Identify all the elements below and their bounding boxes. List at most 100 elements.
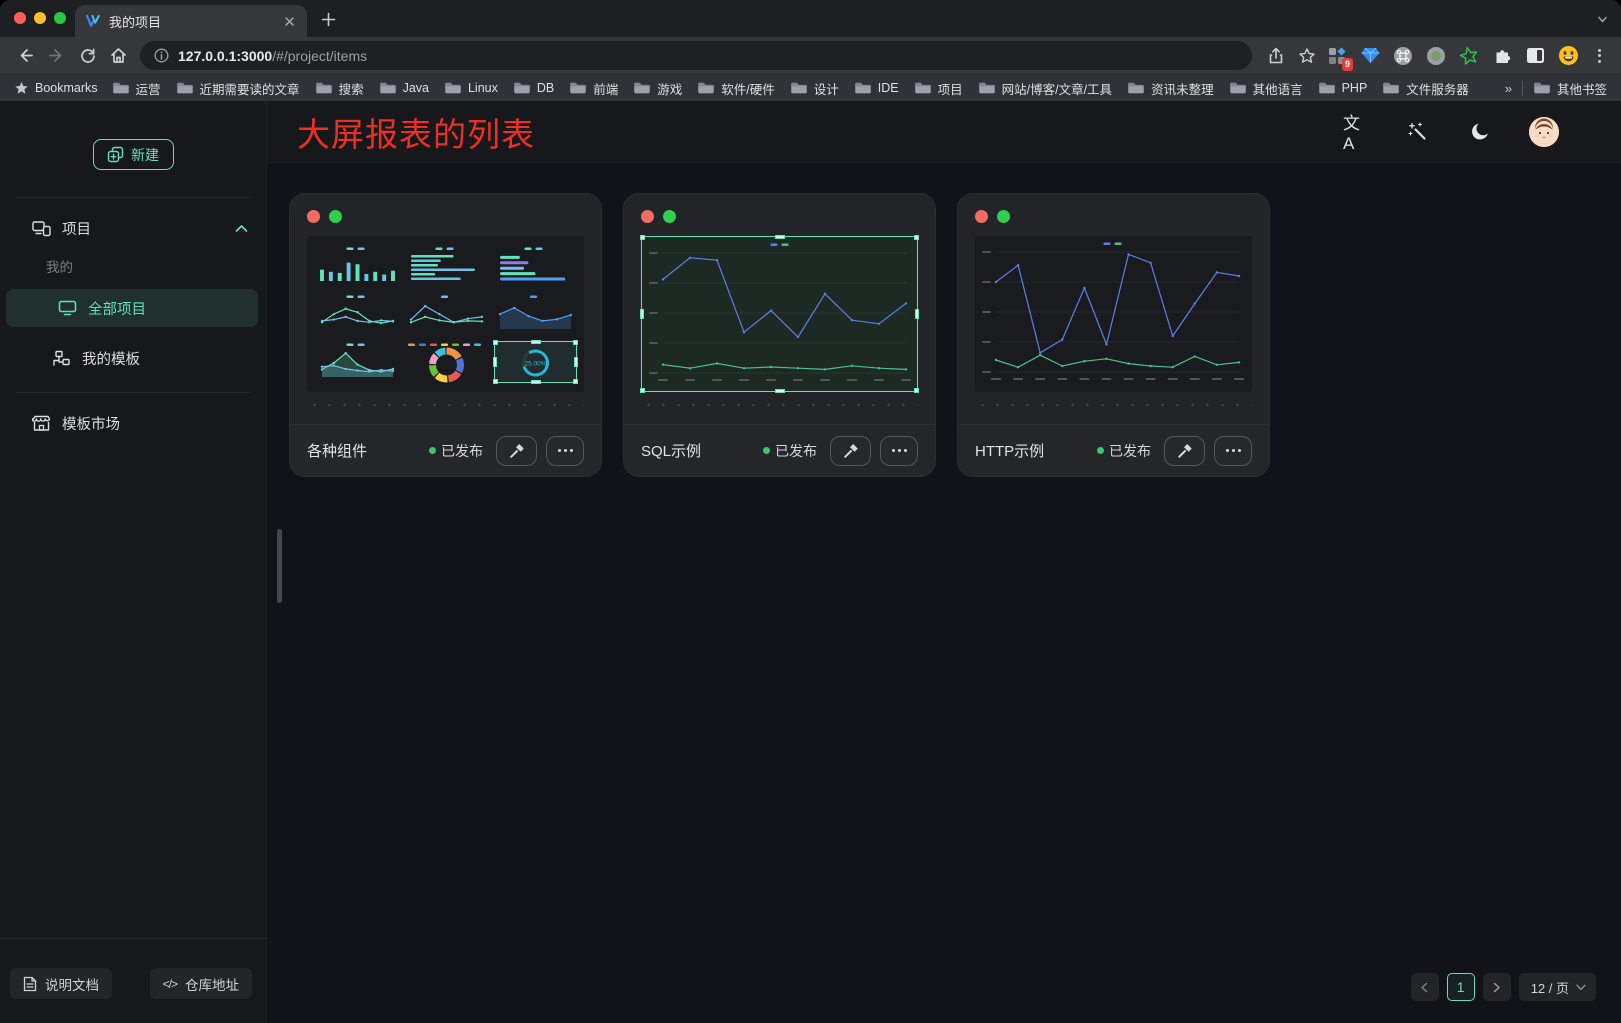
sidebar: 新建 项目 我的 全	[0, 101, 267, 1023]
bookmarks-overflow-chevron[interactable]: »	[1505, 81, 1512, 96]
bookmark-item[interactable]: 网站/博客/文章/工具	[978, 79, 1112, 98]
bookmark-item[interactable]: 资讯未整理	[1127, 79, 1214, 98]
bookmark-item[interactable]: 设计	[790, 79, 839, 98]
project-title: SQL示例	[641, 440, 754, 461]
sidebar-item-template-market[interactable]: 模板市场	[0, 405, 266, 441]
close-window-button[interactable]	[14, 12, 26, 24]
site-info-icon[interactable]	[154, 48, 169, 63]
chevron-down-icon	[1576, 984, 1586, 991]
bookmark-item[interactable]: 搜索	[315, 79, 364, 98]
bookmark-item[interactable]: 其他语言	[1229, 79, 1303, 98]
next-page-button[interactable]	[1483, 973, 1511, 1001]
chevron-up-icon[interactable]	[235, 224, 248, 233]
bookmarks-bar: Bookmarks 运营 近期需要读的文章 搜索	[0, 74, 1621, 101]
share-button[interactable]	[1260, 41, 1291, 71]
tab-close-icon[interactable]	[282, 14, 297, 29]
bookmark-item[interactable]: 近期需要读的文章	[176, 79, 300, 98]
new-project-button[interactable]: 新建	[93, 139, 174, 170]
address-bar[interactable]: 127.0.0.1:3000/#/project/items	[140, 41, 1252, 70]
folder-icon	[315, 81, 333, 95]
extension-gem[interactable]	[1359, 45, 1381, 67]
forward-icon	[50, 50, 61, 61]
extension-side-panel[interactable]	[1524, 45, 1546, 67]
browser-tab[interactable]: 我的项目	[75, 5, 307, 37]
extension-grid-diamond[interactable]: 9	[1326, 45, 1348, 67]
projects-icon	[32, 220, 51, 237]
bookmark-item[interactable]: 游戏	[633, 79, 682, 98]
status-badge: 已发布	[429, 441, 483, 461]
dark-mode-button[interactable]	[1467, 119, 1493, 145]
document-icon	[23, 976, 37, 992]
bookmarks-manager[interactable]: Bookmarks	[14, 81, 98, 96]
extensions-puzzle-button[interactable]	[1491, 45, 1513, 67]
docs-button[interactable]: 说明文档	[10, 968, 112, 999]
bookmark-item[interactable]: 文件服务器	[1382, 79, 1469, 98]
bookmark-item[interactable]: IDE	[854, 81, 899, 95]
bookmark-item[interactable]: 运营	[112, 79, 161, 98]
hammer-icon	[842, 442, 859, 459]
card-footer: 各种组件 已发布	[290, 424, 601, 476]
prev-page-button[interactable]	[1411, 973, 1439, 1001]
theme-wand-button[interactable]	[1405, 119, 1431, 145]
bookmark-item[interactable]: 前端	[569, 79, 618, 98]
extension-command-circle[interactable]	[1392, 45, 1414, 67]
bookmark-item[interactable]: Linux	[444, 81, 498, 95]
project-thumbnail[interactable]	[641, 236, 918, 392]
selected-component[interactable]: 25.00%	[494, 341, 577, 383]
project-thumbnail[interactable]	[975, 236, 1252, 392]
folder-icon	[1127, 81, 1145, 95]
minimize-window-button[interactable]	[34, 12, 46, 24]
more-actions-button[interactable]	[546, 436, 584, 466]
bookmark-star-button[interactable]	[1291, 41, 1322, 71]
extension-green-dot-circle[interactable]	[1425, 45, 1447, 67]
mini-hbar-chart	[405, 245, 488, 287]
new-tab-button[interactable]	[318, 9, 338, 29]
edit-project-button[interactable]	[1164, 436, 1205, 466]
browser-window: 我的项目	[0, 0, 1621, 1023]
tab-search-button[interactable]	[1596, 13, 1609, 26]
browser-menu-button[interactable]	[1587, 44, 1611, 68]
other-bookmarks[interactable]: 其他书签	[1533, 79, 1607, 98]
bookmark-item[interactable]: 软件/硬件	[697, 79, 774, 98]
sidebar-group-project[interactable]: 项目	[0, 210, 266, 246]
bookmark-item[interactable]: DB	[513, 81, 554, 95]
zoom-window-button[interactable]	[54, 12, 66, 24]
command-icon	[1393, 46, 1413, 66]
bookmark-item[interactable]: Java	[379, 81, 429, 95]
edit-project-button[interactable]	[830, 436, 871, 466]
extension-badge: 9	[1342, 58, 1353, 71]
bookmark-item[interactable]: PHP	[1318, 81, 1368, 95]
home-button[interactable]	[103, 41, 134, 71]
page-title: 大屏报表的列表	[297, 108, 535, 156]
mini-area-chart	[316, 341, 399, 383]
monitor-icon	[58, 300, 77, 316]
sidebar-item-all-projects[interactable]: 全部项目	[6, 289, 258, 327]
page-size-select[interactable]: 12 / 页	[1519, 973, 1596, 1001]
red-dot	[307, 210, 320, 223]
project-list: 25.00% 各种组件 已发布	[267, 163, 1621, 1023]
current-page-button[interactable]: 1	[1447, 973, 1475, 1001]
more-actions-button[interactable]	[1214, 436, 1252, 466]
reload-button[interactable]	[72, 41, 103, 71]
sidebar-item-my-templates[interactable]: 我的模板	[0, 340, 266, 376]
bookmark-item[interactable]: 项目	[914, 79, 963, 98]
more-actions-button[interactable]	[880, 436, 918, 466]
repo-button[interactable]: </> 仓库地址	[150, 968, 252, 999]
gem-icon	[1361, 47, 1380, 64]
extension-green-star[interactable]	[1458, 45, 1480, 67]
forward-button[interactable]	[41, 41, 72, 71]
language-button[interactable]: 文A	[1343, 119, 1369, 145]
project-thumbnail[interactable]: 25.00%	[307, 236, 584, 392]
status-dot	[429, 447, 436, 454]
extension-emoji[interactable]	[1557, 45, 1579, 67]
edit-project-button[interactable]	[496, 436, 537, 466]
template-flow-icon	[52, 350, 71, 367]
card-window-dots	[641, 210, 918, 223]
status-dot	[1097, 447, 1104, 454]
folder-icon	[379, 81, 397, 95]
user-avatar[interactable]	[1529, 117, 1559, 147]
mini-donut-chart	[405, 341, 488, 383]
back-button[interactable]	[10, 41, 41, 71]
pagination: 1 12 / 页	[1411, 973, 1596, 1001]
mini-area-chart	[494, 293, 577, 335]
